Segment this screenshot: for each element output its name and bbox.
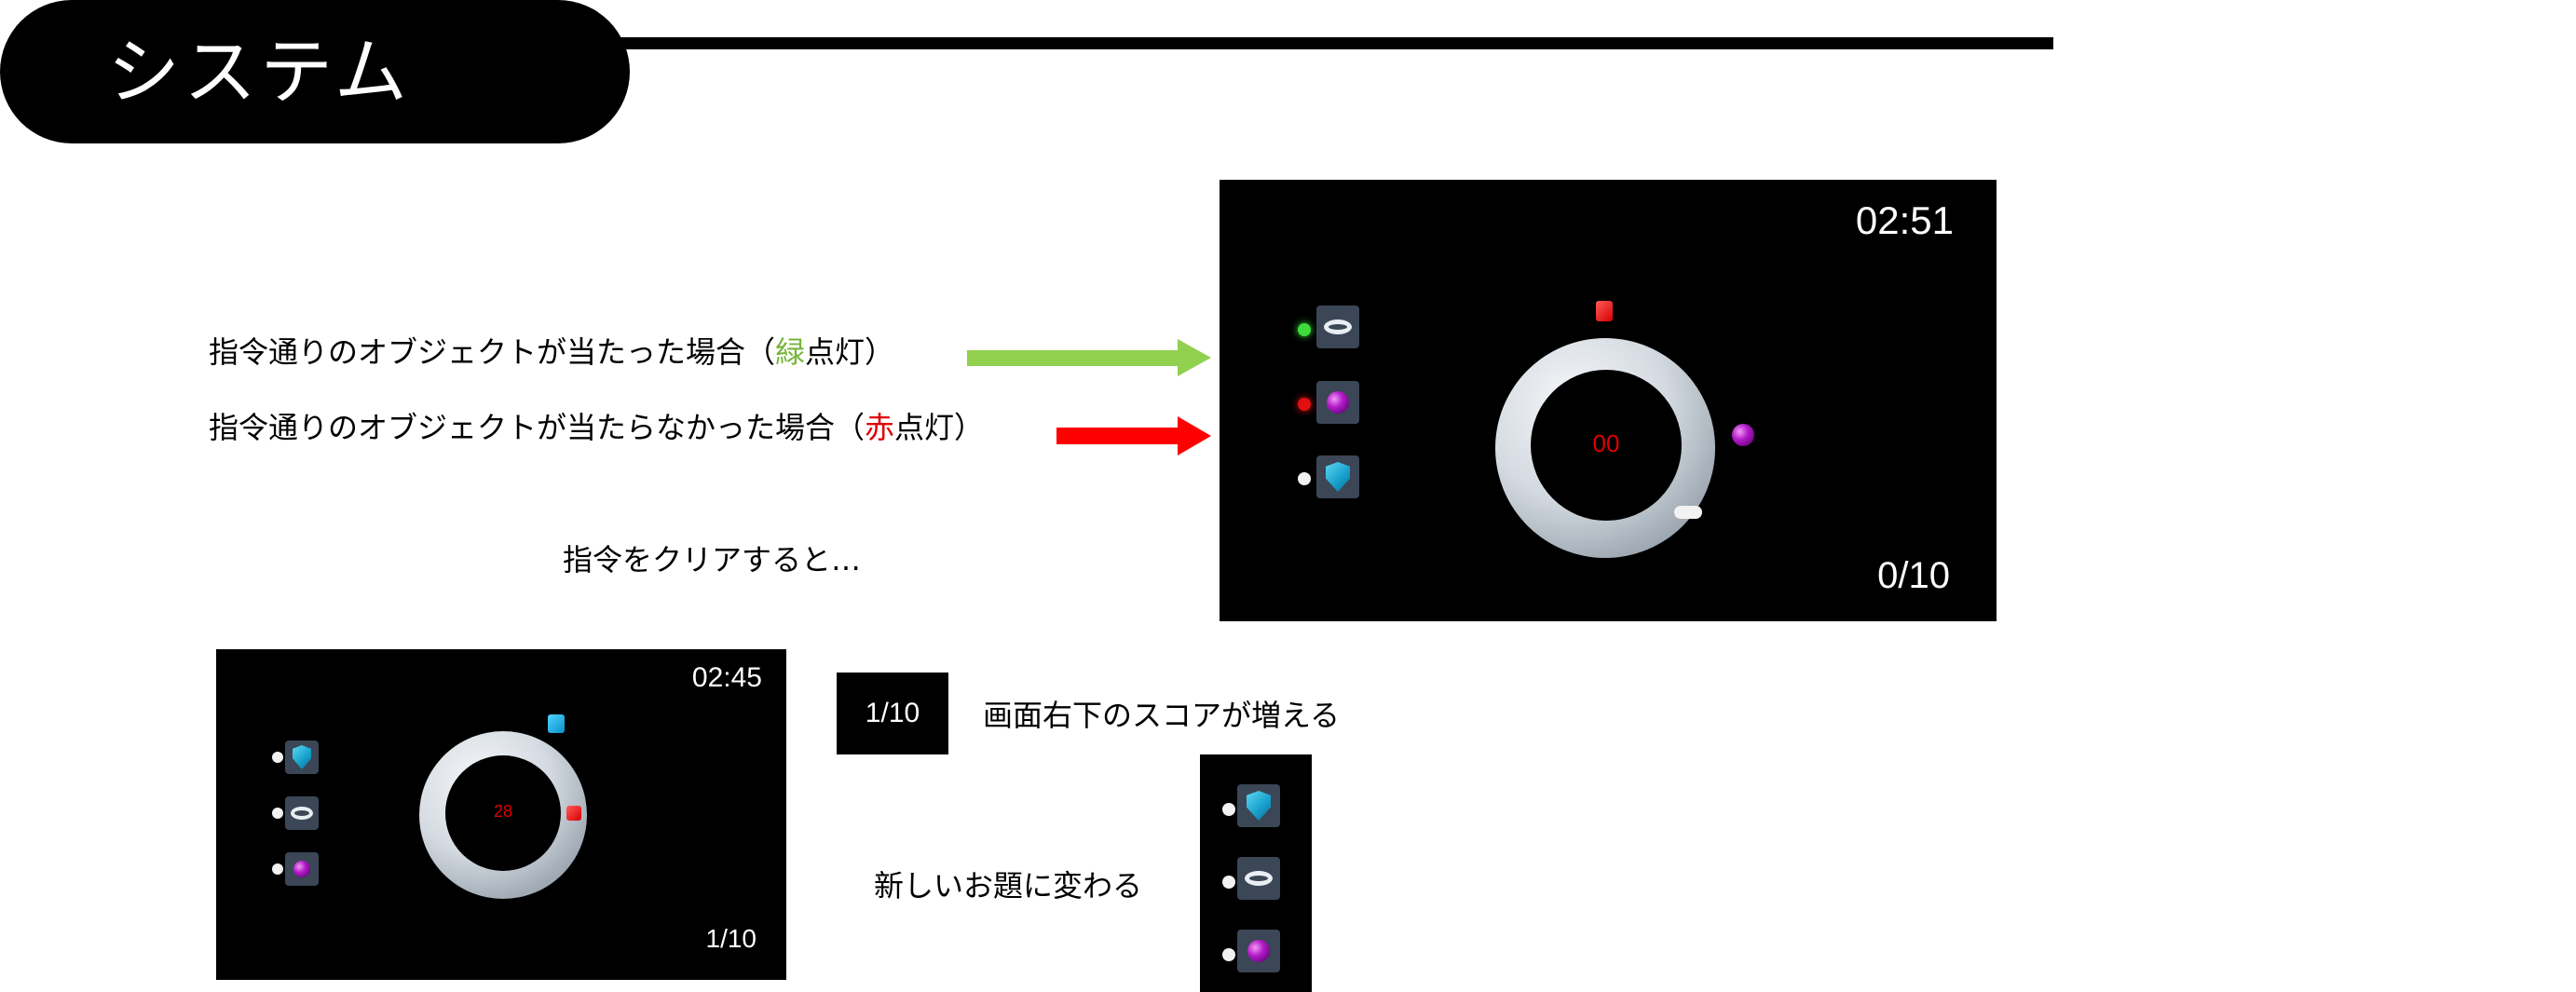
miss-caption: 指令通りのオブジェクトが当たらなかった場合（赤点灯） [209, 409, 984, 446]
miss-caption-suffix: 点灯） [894, 410, 985, 445]
new-task-panel [1200, 754, 1312, 992]
score: 0/10 [1877, 555, 1950, 596]
status-led-green [1298, 323, 1311, 336]
sphere-icon [1327, 391, 1349, 414]
status-led-white [272, 808, 283, 819]
game-screen-small: 02:45 1/10 28 [216, 649, 786, 980]
torus-icon [291, 807, 313, 820]
cube-icon [1596, 301, 1613, 321]
header-rule [615, 37, 2053, 49]
hit-caption-suffix: 点灯） [805, 334, 895, 370]
status-led-white [1298, 472, 1311, 485]
sphere-icon [1732, 424, 1754, 446]
torus-icon [1245, 871, 1273, 886]
score-up-caption: 画面右下のスコアが増える [983, 698, 1341, 733]
status-led-white [272, 752, 283, 763]
torus-icon [1324, 319, 1352, 334]
slot-shield [1237, 784, 1280, 827]
slot-torus [285, 796, 319, 830]
sphere-icon [1247, 940, 1270, 962]
status-led-white [272, 863, 283, 875]
status-led-white [1222, 876, 1235, 889]
shield-icon [293, 745, 311, 769]
sphere-icon [293, 861, 310, 877]
score: 1/10 [705, 924, 757, 953]
shield-icon [1247, 791, 1271, 821]
timer: 02:45 [691, 662, 762, 693]
cube-icon [566, 806, 581, 821]
miss-caption-prefix: 指令通りのオブジェクトが当たらなかった場合（ [209, 410, 865, 445]
green-arrow-icon [967, 339, 1211, 376]
capsule-icon [1674, 506, 1702, 519]
page-title: システム [107, 31, 411, 115]
slot-sphere [1316, 381, 1359, 424]
miss-caption-color-word: 赤 [865, 410, 895, 445]
red-arrow-icon [1056, 416, 1211, 455]
clear-caption: 指令をクリアすると… [563, 542, 862, 578]
slot-sphere [285, 852, 319, 886]
score-highlight: 1/10 [837, 673, 948, 754]
hit-caption: 指令通りのオブジェクトが当たった場合（緑点灯） [209, 333, 894, 371]
ring-counter: 00 [1592, 429, 1620, 457]
hit-caption-prefix: 指令通りのオブジェクトが当たった場合（ [209, 334, 776, 370]
slot-shield [285, 741, 319, 774]
timer: 02:51 [1855, 198, 1954, 242]
slot-sphere [1237, 930, 1280, 972]
status-led-white [1222, 803, 1235, 816]
ring-counter: 28 [493, 802, 513, 821]
cube-icon [548, 714, 565, 733]
shield-icon [1326, 462, 1350, 492]
slot-shield [1316, 455, 1359, 498]
new-task-caption: 新しいお題に変わる [874, 868, 1143, 904]
status-led-red [1298, 398, 1311, 411]
hit-caption-color-word: 緑 [775, 334, 806, 370]
slot-torus [1237, 857, 1280, 900]
slot-torus [1316, 306, 1359, 348]
status-led-white [1222, 948, 1235, 961]
game-screen-large: 02:51 0/10 00 [1220, 180, 1997, 621]
